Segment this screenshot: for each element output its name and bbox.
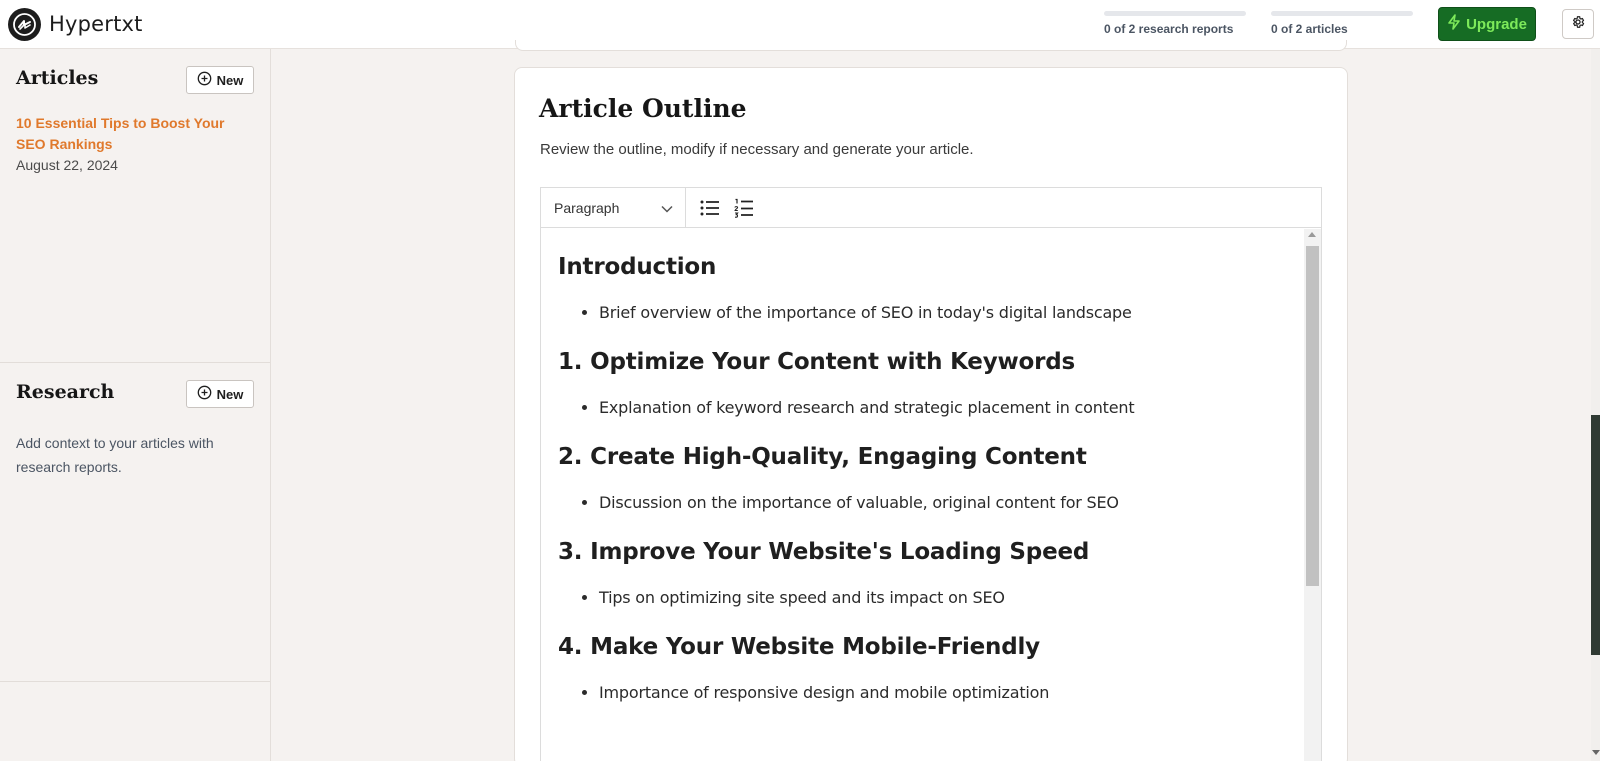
sidebar-divider [0, 681, 270, 682]
outline-point-list: Importance of responsive design and mobi… [558, 683, 1304, 703]
research-heading: Research [16, 381, 115, 403]
new-article-label: New [216, 72, 244, 88]
outline-heading[interactable]: 1. Optimize Your Content with Keywords [558, 348, 1304, 376]
sidebar: Articles New 10 Essential Tips to Boost … [0, 49, 271, 761]
new-research-label: New [216, 386, 244, 402]
research-usage-bar [1104, 11, 1246, 16]
block-type-value: Paragraph [554, 199, 620, 216]
outline-point[interactable]: Explanation of keyword research and stra… [599, 398, 1304, 418]
page-title: Article Outline [539, 94, 747, 123]
research-usage-meter: 0 of 2 research reports [1104, 11, 1246, 36]
settings-button[interactable] [1562, 9, 1594, 39]
article-link[interactable]: 10 Essential Tips to Boost Your SEO Rank… [16, 113, 246, 155]
research-description: Add context to your articles with resear… [16, 435, 214, 475]
articles-usage-meter: 0 of 2 articles [1271, 11, 1413, 36]
hypertxt-logo-icon [8, 7, 41, 41]
articles-usage-label: 0 of 2 articles [1271, 22, 1348, 36]
outline-heading[interactable]: 3. Improve Your Website's Loading Speed [558, 538, 1304, 566]
editor-toolbar: Paragraph [541, 187, 1321, 228]
outline-point-list: Explanation of keyword research and stra… [558, 398, 1304, 418]
new-research-button[interactable]: New [186, 380, 254, 408]
editor-scrollbar-thumb[interactable] [1306, 246, 1319, 586]
outline-point-list: Tips on optimizing site speed and its im… [558, 588, 1304, 608]
outline-point[interactable]: Tips on optimizing site speed and its im… [599, 588, 1304, 608]
page-scrollbar[interactable] [1591, 49, 1600, 761]
page-subtitle: Review the outline, modify if necessary … [540, 141, 974, 158]
app-logo[interactable]: Hypertxt [8, 7, 143, 41]
article-date: August 22, 2024 [16, 157, 118, 173]
outline-heading[interactable]: Introduction [558, 253, 1304, 281]
outline-heading[interactable]: 2. Create High-Quality, Engaging Content [558, 443, 1304, 471]
articles-usage-bar [1271, 11, 1413, 16]
plus-circle-icon [197, 71, 212, 89]
plus-circle-icon [197, 385, 212, 403]
scroll-up-arrow-icon[interactable] [1308, 232, 1316, 237]
outline-point-list: Brief overview of the importance of SEO … [558, 303, 1304, 323]
editor-scrollbar[interactable] [1304, 229, 1321, 761]
outline-point-list: Discussion on the importance of valuable… [558, 493, 1304, 513]
upgrade-label: Upgrade [1466, 15, 1527, 33]
outline-point[interactable]: Importance of responsive design and mobi… [599, 683, 1304, 703]
chevron-down-icon [661, 200, 673, 216]
bullet-list-icon[interactable] [698, 196, 722, 220]
outline-point[interactable]: Discussion on the importance of valuable… [599, 493, 1304, 513]
block-type-select[interactable]: Paragraph [541, 187, 686, 228]
page-scrollbar-thumb[interactable] [1591, 415, 1600, 655]
outline-point[interactable]: Brief overview of the importance of SEO … [599, 303, 1304, 323]
outline-editor: Paragraph IntroductionBr [540, 187, 1322, 761]
previous-card-edge [515, 40, 1347, 51]
article-outline-card: Article Outline Review the outline, modi… [514, 67, 1348, 761]
numbered-list-icon[interactable] [732, 196, 756, 220]
lightning-icon [1447, 14, 1461, 34]
editor-content[interactable]: Introduction Brief overview of the import… [541, 229, 1304, 761]
gear-icon [1571, 15, 1585, 34]
app-name: Hypertxt [49, 12, 143, 36]
upgrade-button[interactable]: Upgrade [1438, 7, 1536, 41]
scroll-down-arrow-icon[interactable] [1592, 750, 1600, 755]
outline-heading[interactable]: 4. Make Your Website Mobile-Friendly [558, 633, 1304, 661]
articles-heading: Articles [16, 67, 99, 89]
sidebar-divider [0, 362, 270, 363]
new-article-button[interactable]: New [186, 66, 254, 94]
research-usage-label: 0 of 2 research reports [1104, 22, 1234, 36]
